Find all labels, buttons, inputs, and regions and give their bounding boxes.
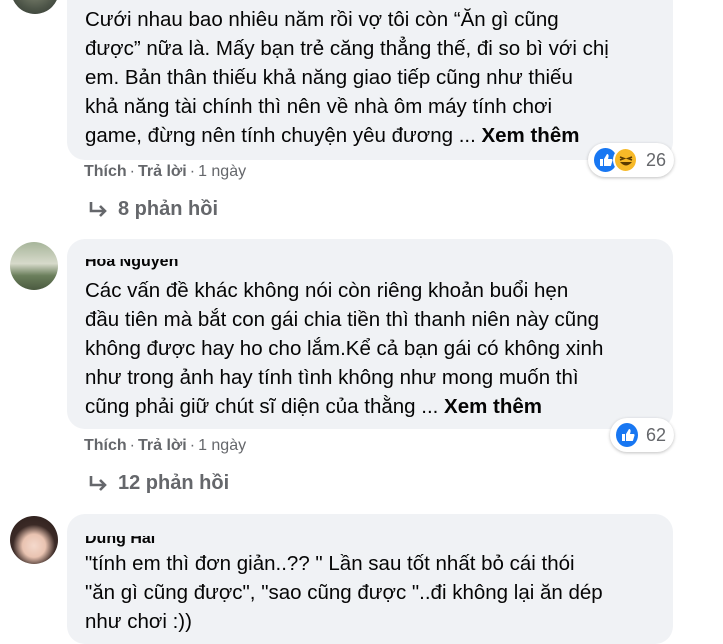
comment-author[interactable]: Dung Hải [85, 536, 155, 547]
comment-line: "tính em thì đơn giản..?? " Lần sau tốt … [85, 552, 575, 575]
reaction-summary[interactable]: 62 [610, 418, 674, 452]
separator-dot: · [189, 437, 196, 454]
comment-timestamp[interactable]: 1 ngày [198, 163, 246, 180]
view-replies-link[interactable]: 12 phản hồi [88, 472, 229, 495]
comment-text: Các vấn đề khác không nói còn riêng khoả… [85, 276, 603, 421]
comment-line: "ăn gì cũng được", "sao cũng được "..đi … [85, 581, 603, 604]
comment-line: cũng phải giữ chút sĩ diện của thằng ...… [85, 392, 603, 421]
comment-author[interactable]: Hoa Nguyễn [85, 259, 178, 270]
reaction-count: 26 [645, 149, 666, 170]
replies-count-label: 12 phản hồi [118, 472, 230, 494]
reaction-summary[interactable]: 26 [588, 143, 674, 177]
comment-line: Cưới nhau bao nhiêu năm rồi vợ tôi còn “… [85, 8, 559, 31]
commenter-avatar[interactable] [11, 0, 59, 14]
reply-arrow-icon [89, 475, 107, 491]
like-button[interactable]: Thích [84, 163, 127, 180]
reply-arrow-icon [89, 201, 107, 217]
comment-line: như trong ảnh hay tính tình không như mo… [85, 366, 579, 389]
comment-line: không được hay ho cho lắm.Kể cả bạn gái … [85, 337, 604, 360]
comment-line-end: cũng phải giữ chút sĩ diện của thằng ... [85, 395, 445, 418]
comment-bubble: Cưới nhau bao nhiêu năm rồi vợ tôi còn “… [67, 0, 673, 160]
comment-actions: Thích · Trả lời · 1 ngày [84, 437, 246, 455]
comment-line: đầu tiên mà bắt con gái chia tiền thì th… [85, 308, 600, 331]
separator-dot: · [189, 163, 196, 180]
comment-line: như chơi :)) [85, 610, 192, 633]
haha-icon [612, 147, 638, 173]
comment-line: khả năng tài chính thì nên về nhà ôm máy… [85, 95, 553, 118]
reply-button[interactable]: Trả lời [138, 437, 187, 454]
comment-bubble: Hoa Nguyễn Các vấn đề khác không nói còn… [67, 239, 673, 429]
comment-text: Cưới nhau bao nhiêu năm rồi vợ tôi còn “… [85, 5, 609, 150]
commenter-avatar[interactable] [10, 242, 58, 290]
comment-line: Các vấn đề khác không nói còn riêng khoả… [85, 279, 569, 302]
separator-dot: · [129, 437, 135, 454]
comment-line: em. Bản thân thiếu khả năng giao tiếp cũ… [85, 66, 573, 89]
comment-actions: Thích · Trả lời · 1 ngày [84, 163, 246, 181]
comment-text: "tính em thì đơn giản..?? " Lần sau tốt … [85, 549, 603, 636]
commenter-avatar[interactable] [10, 516, 58, 564]
comment-bubble: Dung Hải "tính em thì đơn giản..?? " Lần… [67, 514, 673, 644]
see-more-link[interactable]: Xem thêm [481, 124, 579, 147]
comment-line: được” nữa là. Mấy bạn trẻ căng thẳng thế… [85, 37, 609, 60]
comment-line-end: game, đừng nên tính chuyện yêu đương ... [85, 124, 482, 147]
like-button[interactable]: Thích [84, 437, 127, 454]
reaction-count: 62 [645, 424, 666, 445]
separator-dot: · [129, 163, 135, 180]
like-icon [616, 423, 638, 447]
replies-count-label: 8 phản hồi [118, 198, 218, 220]
view-replies-link[interactable]: 8 phản hồi [88, 198, 218, 221]
reply-button[interactable]: Trả lời [138, 163, 187, 180]
comment-line: game, đừng nên tính chuyện yêu đương ...… [85, 121, 609, 150]
see-more-link[interactable]: Xem thêm [444, 395, 542, 418]
comment-timestamp[interactable]: 1 ngày [198, 437, 246, 454]
